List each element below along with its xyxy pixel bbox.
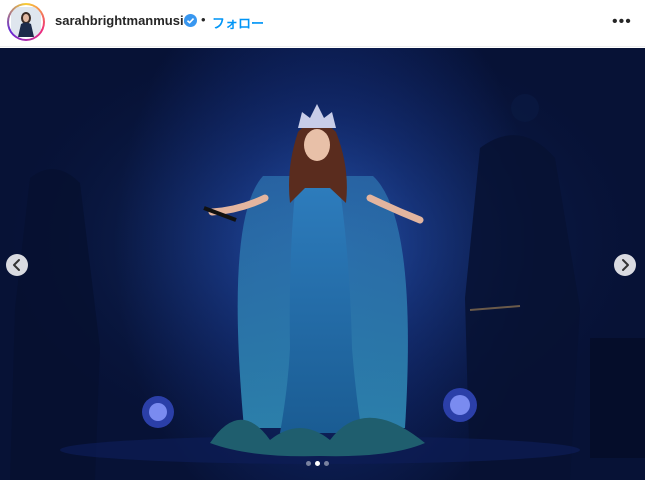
chevron-left-icon: [13, 259, 20, 271]
carousel-dot: [315, 461, 320, 466]
more-options-icon[interactable]: •••: [612, 13, 632, 31]
carousel-indicator: [306, 461, 338, 467]
profile-avatar-icon: [9, 5, 43, 39]
stage-performance-image: [0, 48, 645, 480]
carousel-prev-button[interactable]: [6, 254, 28, 276]
avatar[interactable]: [7, 3, 45, 41]
carousel-dot: [306, 461, 311, 466]
username-link[interactable]: sarahbrightmanmusic: [55, 13, 191, 28]
post-header: sarahbrightmanmusic • フォロー •••: [0, 0, 645, 47]
chevron-right-icon: [622, 259, 629, 271]
carousel-dot: [324, 461, 329, 466]
follow-button[interactable]: フォロー: [212, 13, 264, 32]
verified-badge-icon: [184, 14, 197, 27]
post-photo[interactable]: [0, 48, 645, 480]
carousel-next-button[interactable]: [614, 254, 636, 276]
separator-dot: •: [201, 12, 206, 27]
